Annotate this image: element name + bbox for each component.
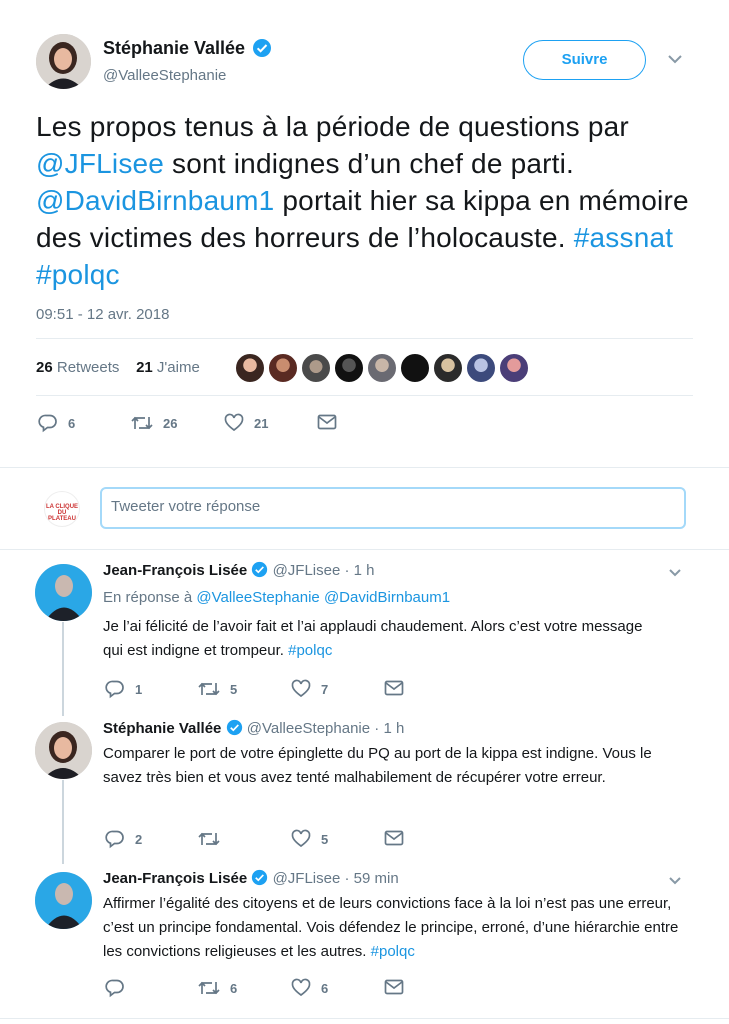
- message-action[interactable]: [384, 978, 414, 996]
- verified-icon: [253, 38, 272, 57]
- text-segment: Les propos tenus à la période de questio…: [36, 111, 629, 142]
- message-action[interactable]: [384, 679, 414, 697]
- envelope-icon: [384, 680, 404, 696]
- liker-avatar[interactable]: [300, 352, 332, 384]
- like-action[interactable]: 7: [291, 679, 328, 699]
- inline-link[interactable]: @DavidBirnbaum1: [36, 185, 274, 216]
- liker-avatar[interactable]: [399, 352, 431, 384]
- divider: [36, 395, 693, 396]
- retweet-action[interactable]: 5: [198, 679, 237, 699]
- reply-icon: [105, 680, 124, 699]
- likers-avatars: [234, 352, 530, 384]
- inline-link[interactable]: #polqc: [288, 642, 332, 659]
- liker-avatar[interactable]: [333, 352, 365, 384]
- inline-link[interactable]: #assnat: [574, 222, 673, 253]
- like-action[interactable]: 6: [291, 978, 328, 998]
- inline-link[interactable]: #polqc: [36, 259, 120, 290]
- verified-icon: [252, 869, 268, 886]
- author-name[interactable]: Stéphanie Vallée: [103, 38, 272, 59]
- heart-icon: [291, 829, 311, 848]
- reply-time[interactable]: · 59 min: [345, 870, 399, 887]
- reply-icon: [105, 979, 124, 998]
- reply-avatar[interactable]: [35, 564, 92, 621]
- heart-icon: [291, 679, 311, 698]
- like-action[interactable]: 5: [291, 829, 328, 849]
- retweets-stat[interactable]: 26 Retweets: [36, 359, 119, 376]
- retweet-icon: [198, 832, 220, 846]
- follow-button[interactable]: Suivre: [523, 40, 646, 80]
- in-reply-to-link[interactable]: @ValleeStephanie @DavidBirnbaum1: [196, 589, 450, 606]
- reply-avatar[interactable]: [35, 722, 92, 779]
- reply-text: Je l’ai félicité de l’avoir fait et l’ai…: [103, 615, 663, 663]
- liker-avatar[interactable]: [498, 352, 530, 384]
- divider: [0, 549, 729, 550]
- engagement-stats: 26 Retweets 21 J'aime: [36, 359, 200, 376]
- envelope-icon: [384, 830, 404, 846]
- like-action[interactable]: 21: [224, 413, 268, 433]
- verified-icon: [226, 719, 242, 736]
- reply-author-name[interactable]: Jean-François Lisée: [103, 562, 247, 579]
- reply-header: Stéphanie Vallée @ValleeStephanie · 1 h: [103, 719, 404, 737]
- heart-icon: [224, 413, 244, 432]
- reply-author-name[interactable]: Stéphanie Vallée: [103, 720, 221, 737]
- liker-avatar[interactable]: [234, 352, 266, 384]
- chevron-down-icon[interactable]: [667, 566, 683, 584]
- author-handle[interactable]: @ValleeStephanie: [103, 67, 226, 84]
- verified-icon: [252, 561, 268, 578]
- envelope-icon: [317, 414, 337, 430]
- heart-icon: [291, 978, 311, 997]
- tweet-text: Les propos tenus à la période de questio…: [36, 108, 696, 293]
- reply-action[interactable]: 6: [38, 413, 75, 433]
- thread-line: [62, 780, 64, 864]
- reply-author-handle[interactable]: @JFLisee: [273, 870, 341, 887]
- likes-stat[interactable]: 21 J'aime: [136, 359, 200, 376]
- liker-avatar[interactable]: [366, 352, 398, 384]
- reply-action[interactable]: [105, 978, 135, 998]
- envelope-icon: [384, 979, 404, 995]
- tweet-timestamp[interactable]: 09:51 - 12 avr. 2018: [36, 306, 169, 323]
- text-segment: Comparer le port de votre épinglette du …: [103, 745, 652, 786]
- text-segment: Je l’ai félicité de l’avoir fait et l’ai…: [103, 618, 643, 659]
- reply-icon: [105, 830, 124, 849]
- author-avatar[interactable]: [36, 34, 91, 89]
- retweet-icon: [198, 682, 220, 696]
- reply-author-handle[interactable]: @ValleeStephanie: [247, 720, 370, 737]
- reply-action[interactable]: 2: [105, 829, 142, 849]
- in-reply-to: En réponse à @ValleeStephanie @DavidBirn…: [103, 589, 451, 606]
- inline-link[interactable]: @JFLisee: [36, 148, 164, 179]
- retweet-icon: [131, 416, 153, 430]
- reply-header: Jean-François Lisée @JFLisee · 1 h: [103, 561, 375, 579]
- reply-time[interactable]: · 1 h: [374, 720, 404, 737]
- reply-action[interactable]: 1: [105, 679, 142, 699]
- liker-avatar[interactable]: [465, 352, 497, 384]
- thread-line: [62, 622, 64, 716]
- divider: [36, 338, 693, 339]
- liker-avatar[interactable]: [432, 352, 464, 384]
- reply-time[interactable]: · 1 h: [345, 562, 375, 579]
- retweet-action[interactable]: [198, 829, 230, 849]
- text-segment: sont indignes d’un chef de parti.: [164, 148, 575, 179]
- inline-link[interactable]: #polqc: [371, 943, 415, 960]
- retweet-action[interactable]: 26: [131, 413, 177, 433]
- message-action[interactable]: [317, 413, 347, 431]
- liker-avatar[interactable]: [267, 352, 299, 384]
- retweet-icon: [198, 981, 220, 995]
- reply-text: Affirmer l’égalité des citoyens et de le…: [103, 892, 683, 964]
- message-action[interactable]: [384, 829, 414, 847]
- retweet-action[interactable]: 6: [198, 978, 237, 998]
- chevron-down-icon[interactable]: [666, 52, 684, 70]
- reply-header: Jean-François Lisée @JFLisee · 59 min: [103, 869, 399, 887]
- reply-avatar[interactable]: [35, 872, 92, 929]
- chevron-down-icon[interactable]: [667, 874, 683, 892]
- reply-author-name[interactable]: Jean-François Lisée: [103, 870, 247, 887]
- reply-text: Comparer le port de votre épinglette du …: [103, 742, 668, 790]
- reply-author-handle[interactable]: @JFLisee: [273, 562, 341, 579]
- reply-input[interactable]: Tweeter votre réponse: [100, 487, 686, 529]
- reply-icon: [38, 414, 57, 433]
- composer-avatar: LA CLIQUE DU PLATEAU: [44, 491, 80, 527]
- section-separator: [0, 467, 729, 468]
- divider: [0, 1018, 729, 1019]
